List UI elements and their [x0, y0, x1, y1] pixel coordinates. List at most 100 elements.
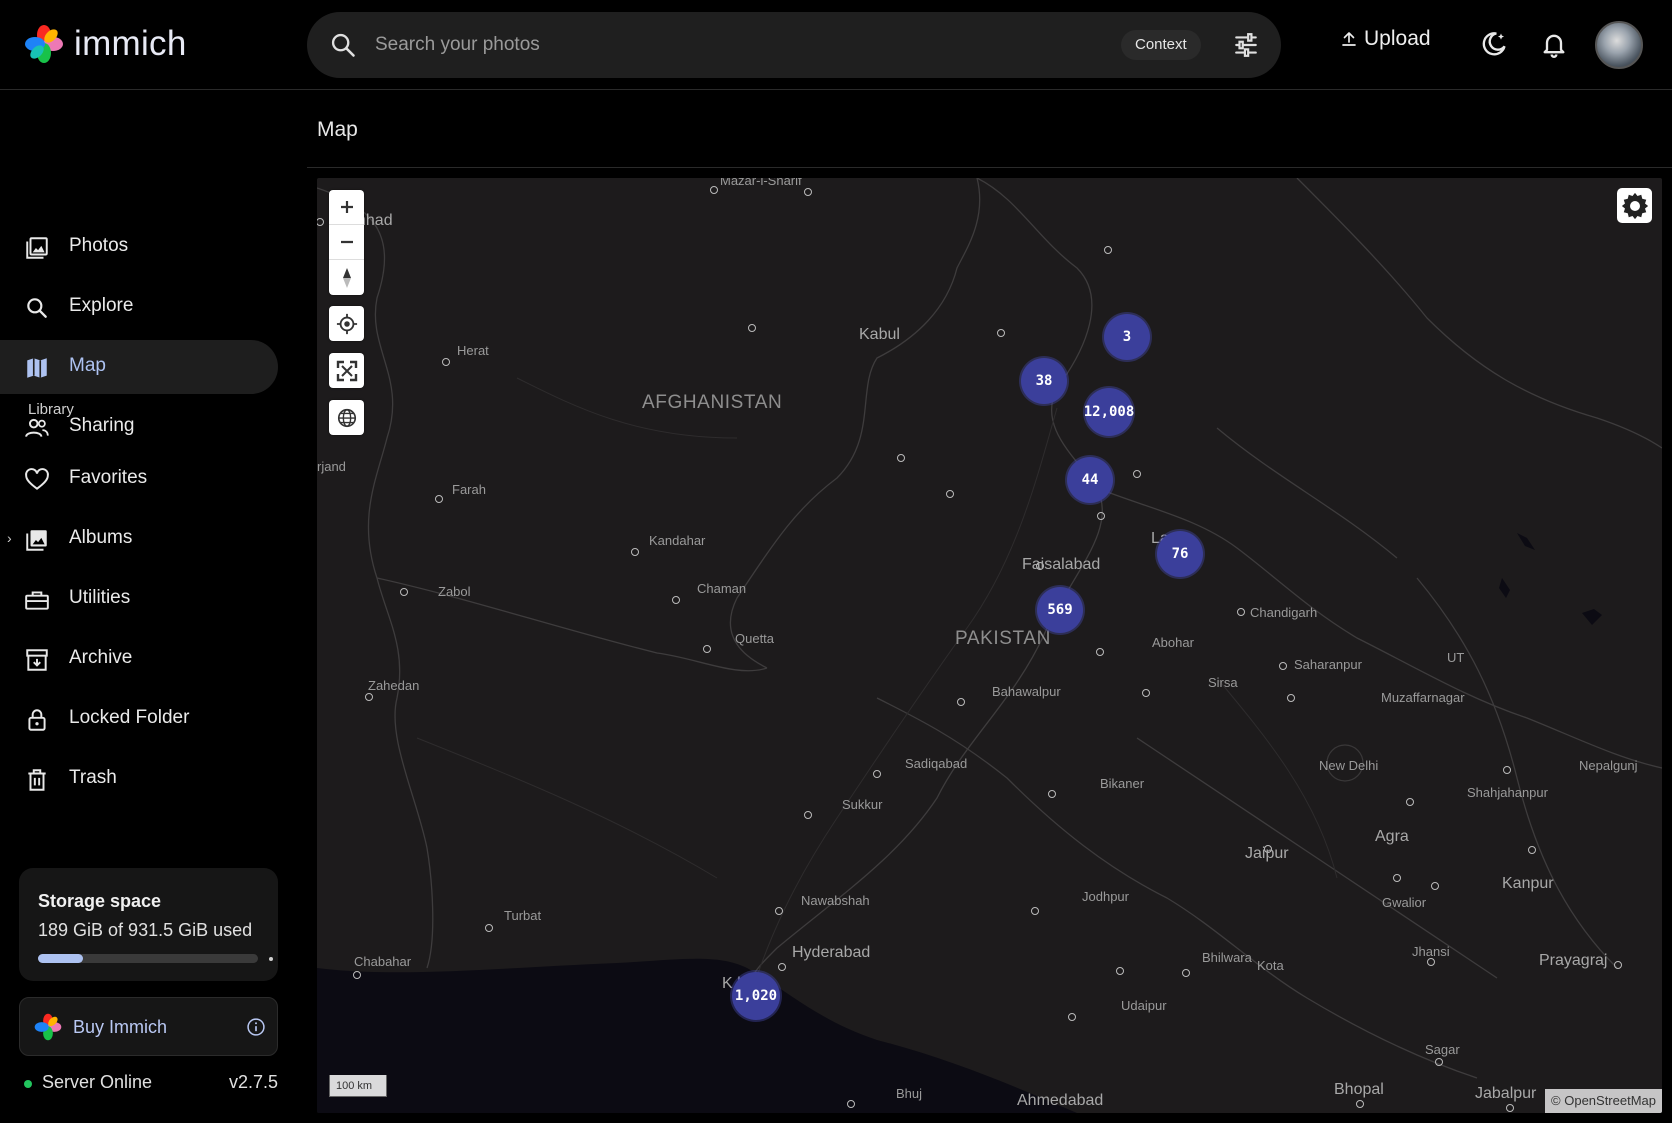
people-icon — [25, 418, 49, 437]
map-label: Sagar — [1425, 1042, 1460, 1057]
city-dot — [946, 490, 954, 498]
photo-cluster-marker[interactable]: 569 — [1037, 587, 1083, 633]
sidebar-item-label: Archive — [69, 647, 133, 668]
immich-logo-icon — [34, 1013, 62, 1041]
zoom-in-button[interactable] — [329, 190, 364, 225]
map-label: Quetta — [735, 631, 775, 646]
map-settings-button[interactable] — [1617, 188, 1652, 223]
map-attribution[interactable]: © OpenStreetMap — [1545, 1089, 1662, 1113]
map-label: Kandahar — [649, 533, 706, 548]
map-label: Ahmedabad — [1017, 1092, 1104, 1109]
upload-button[interactable]: Upload — [1340, 27, 1431, 51]
gear-icon — [1621, 192, 1648, 219]
map-label: Hyderabad — [792, 944, 871, 961]
search-icon — [27, 298, 47, 318]
sidebar-item-utilities[interactable]: Utilities — [0, 572, 278, 626]
city-dot — [1614, 961, 1622, 969]
sidebar-item-explore[interactable]: Explore — [0, 280, 278, 334]
photo-cluster-marker[interactable]: 3 — [1104, 314, 1150, 360]
city-dot — [1031, 907, 1039, 915]
user-avatar[interactable] — [1595, 21, 1643, 69]
city-dot — [1506, 1104, 1514, 1112]
storage-progress-bar — [38, 954, 273, 963]
map-label: Kabul — [859, 326, 900, 343]
compass-icon — [342, 267, 351, 288]
sidebar-item-trash[interactable]: Trash — [0, 752, 278, 806]
globe-icon — [337, 408, 356, 427]
search-icon[interactable] — [329, 31, 357, 59]
map-label: Bikaner — [1100, 776, 1145, 791]
search-bar[interactable]: Context — [307, 12, 1281, 78]
globe-button[interactable] — [329, 400, 364, 435]
search-input[interactable] — [375, 28, 1095, 62]
city-dot — [1096, 648, 1104, 656]
city-dot — [1048, 790, 1056, 798]
fullscreen-icon — [336, 360, 357, 381]
sidebar-item-albums[interactable]: › Albums — [0, 512, 278, 566]
photo-cluster-marker[interactable]: 1,020 — [732, 972, 780, 1020]
photo-cluster-marker[interactable]: 38 — [1021, 358, 1067, 404]
map-label: Jaipur — [1245, 845, 1289, 862]
server-version[interactable]: v2.7.5 — [229, 1072, 278, 1093]
map-label: Bhilwara — [1202, 950, 1252, 965]
locate-button[interactable] — [329, 306, 364, 341]
photo-cluster-marker[interactable]: 76 — [1157, 531, 1203, 577]
info-icon[interactable] — [246, 1017, 266, 1037]
city-dot — [748, 324, 756, 332]
title-divider — [307, 167, 1672, 168]
city-dot — [365, 693, 373, 701]
sidebar-item-archive[interactable]: Archive — [0, 632, 278, 686]
map-label: Faisalabad — [1022, 556, 1101, 573]
fullscreen-button[interactable] — [329, 353, 364, 388]
city-dot — [703, 645, 711, 653]
city-dot — [710, 186, 718, 194]
city-dot — [1431, 882, 1439, 890]
storage-title: Storage space — [38, 891, 162, 911]
compass-button[interactable] — [329, 260, 364, 295]
crosshair-icon — [336, 313, 357, 334]
sidebar-item-label: Locked Folder — [69, 707, 190, 728]
photo-cluster-marker[interactable]: 12,008 — [1084, 388, 1134, 436]
sidebar-item-map[interactable]: Map — [0, 340, 278, 394]
city-dot — [1182, 969, 1190, 977]
album-icon — [26, 530, 47, 551]
buy-immich-button[interactable]: Buy Immich — [19, 997, 278, 1056]
sidebar-item-label: Trash — [69, 767, 117, 788]
sidebar-item-locked-folder[interactable]: Locked Folder — [0, 692, 278, 746]
city-dot — [997, 329, 1005, 337]
tune-icon[interactable] — [1233, 32, 1259, 58]
map-label: Farah — [452, 482, 486, 497]
photo-cluster-marker[interactable]: 44 — [1067, 457, 1113, 503]
city-dot — [1427, 958, 1435, 966]
context-button[interactable]: Context — [1121, 30, 1201, 60]
toolbox-icon — [25, 591, 49, 610]
chevron-right-icon[interactable]: › — [7, 530, 12, 546]
sidebar-item-photos[interactable]: Photos — [0, 220, 278, 274]
zoom-out-button[interactable] — [329, 225, 364, 260]
app-name: immich — [74, 24, 187, 63]
city-dot — [442, 358, 450, 366]
page-title: Map — [317, 118, 358, 141]
map-label: Zabol — [438, 584, 471, 599]
map-label: Bahawalpur — [992, 684, 1061, 699]
city-dot — [435, 495, 443, 503]
sidebar-item-favorites[interactable]: Favorites — [0, 452, 278, 506]
fullscreen-control — [329, 353, 364, 388]
map-scale: 100 km — [329, 1075, 387, 1097]
map-label: Chaman — [697, 581, 747, 596]
map-icon — [27, 358, 47, 378]
map-label: UT — [1447, 650, 1465, 665]
immich-logo[interactable]: immich — [24, 24, 187, 64]
map-view[interactable]: Mazar-i-Sharif hhad Kabul Herat AFGHANIS… — [317, 178, 1662, 1113]
theme-toggle-icon[interactable] — [1480, 30, 1508, 58]
library-section-label: Library — [28, 401, 74, 418]
map-label: Jabalpur — [1475, 1085, 1537, 1102]
city-dot — [1435, 1058, 1443, 1066]
heart-icon — [25, 468, 49, 490]
upload-label: Upload — [1364, 27, 1431, 50]
notifications-icon[interactable] — [1540, 30, 1568, 58]
archive-icon — [26, 649, 48, 671]
city-dot — [1142, 689, 1150, 697]
map-label: Gwalior — [1382, 895, 1427, 910]
sidebar-item-label: Utilities — [69, 587, 131, 608]
